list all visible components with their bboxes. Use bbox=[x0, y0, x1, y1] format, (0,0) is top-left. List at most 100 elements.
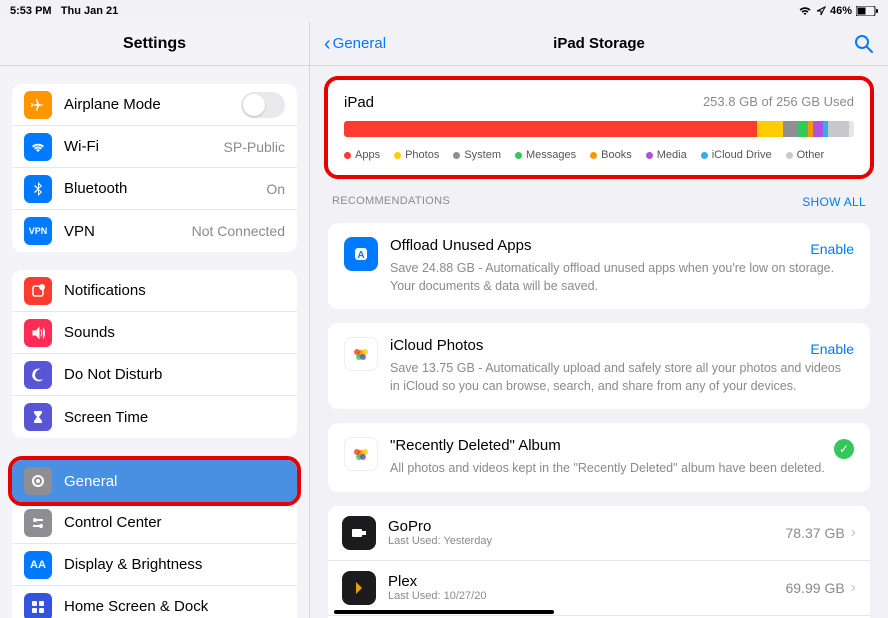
settings-title: Settings bbox=[0, 22, 309, 66]
bluetooth-icon bbox=[24, 175, 52, 203]
legend-item-apps: Apps bbox=[344, 149, 380, 161]
recommendation-recently-deleted[interactable]: "Recently Deleted" Album ✓ All photos an… bbox=[328, 423, 870, 492]
battery-icon bbox=[856, 6, 878, 16]
enable-button[interactable]: Enable bbox=[810, 341, 854, 357]
sidebar-item-general[interactable]: General bbox=[12, 460, 297, 502]
status-time: 5:53 PM bbox=[10, 5, 52, 17]
sidebar-item-screentime[interactable]: Screen Time bbox=[12, 396, 297, 438]
back-button[interactable]: ‹ General bbox=[324, 34, 386, 54]
app-last-used: Last Used: 10/27/20 bbox=[388, 590, 786, 602]
vpn-value: Not Connected bbox=[192, 223, 285, 239]
chevron-right-icon: › bbox=[851, 524, 856, 542]
sidebar-item-sounds[interactable]: Sounds bbox=[12, 312, 297, 354]
legend-label: Messages bbox=[526, 149, 576, 161]
legend-label: Media bbox=[657, 149, 687, 161]
legend-dot bbox=[590, 152, 597, 159]
app-last-used: Last Used: Yesterday bbox=[388, 535, 786, 547]
legend-label: System bbox=[464, 149, 501, 161]
legend-item-other: Other bbox=[786, 149, 825, 161]
wifi-icon bbox=[798, 6, 812, 16]
legend-label: iCloud Drive bbox=[712, 149, 772, 161]
app-row-gopro[interactable]: GoPro Last Used: Yesterday 78.37 GB › bbox=[328, 506, 870, 561]
bluetooth-label: Bluetooth bbox=[64, 180, 266, 197]
sidebar-item-notifications[interactable]: Notifications bbox=[12, 270, 297, 312]
control-center-label: Control Center bbox=[64, 514, 285, 531]
device-name: iPad bbox=[344, 94, 374, 111]
rec-title: iCloud Photos bbox=[390, 337, 483, 354]
status-bar: 5:53 PM Thu Jan 21 46% bbox=[0, 0, 888, 22]
detail-header: ‹ General iPad Storage bbox=[310, 22, 888, 66]
show-all-button[interactable]: SHOW ALL bbox=[802, 195, 866, 209]
notifications-icon bbox=[24, 277, 52, 305]
sidebar-group-system: Control Center AA Display & Brightness H… bbox=[12, 502, 297, 618]
sidebar-item-dnd[interactable]: Do Not Disturb bbox=[12, 354, 297, 396]
app-row-plex[interactable]: Plex Last Used: 10/27/20 69.99 GB › bbox=[328, 561, 870, 616]
storage-segment-system bbox=[783, 121, 798, 137]
sidebar-item-wifi[interactable]: Wi-Fi SP-Public bbox=[12, 126, 297, 168]
sidebar-item-bluetooth[interactable]: Bluetooth On bbox=[12, 168, 297, 210]
moon-icon bbox=[24, 361, 52, 389]
back-label: General bbox=[333, 35, 386, 52]
detail-pane: ‹ General iPad Storage iPad 253.8 GB of … bbox=[310, 22, 888, 618]
location-icon bbox=[816, 6, 826, 16]
sidebar-scroll[interactable]: Airplane Mode Wi-Fi SP-Public Bluetooth … bbox=[0, 66, 309, 618]
search-button[interactable] bbox=[854, 34, 874, 54]
check-icon: ✓ bbox=[834, 439, 854, 459]
display-label: Display & Brightness bbox=[64, 556, 285, 573]
legend-item-photos: Photos bbox=[394, 149, 439, 161]
photos-icon bbox=[344, 437, 378, 471]
sidebar-item-control-center[interactable]: Control Center bbox=[12, 502, 297, 544]
app-name: GoPro bbox=[388, 518, 786, 535]
sidebar-item-homescreen[interactable]: Home Screen & Dock bbox=[12, 586, 297, 618]
hourglass-icon bbox=[24, 403, 52, 431]
legend-dot bbox=[515, 152, 522, 159]
gear-icon bbox=[24, 467, 52, 495]
settings-sidebar: Settings Airplane Mode Wi-Fi SP-Public bbox=[0, 22, 310, 618]
rec-title: Offload Unused Apps bbox=[390, 237, 532, 254]
storage-legend: Apps Photos System Messages Books Media iCloud… bbox=[344, 149, 854, 161]
sounds-label: Sounds bbox=[64, 324, 285, 341]
legend-item-media: Media bbox=[646, 149, 687, 161]
sidebar-item-airplane[interactable]: Airplane Mode bbox=[12, 84, 297, 126]
legend-label: Other bbox=[797, 149, 825, 161]
display-icon: AA bbox=[24, 551, 52, 579]
sidebar-item-vpn[interactable]: VPN VPN Not Connected bbox=[12, 210, 297, 252]
legend-dot bbox=[646, 152, 653, 159]
general-label: General bbox=[64, 473, 285, 490]
vpn-icon: VPN bbox=[24, 217, 52, 245]
wifi-settings-icon bbox=[24, 133, 52, 161]
rec-header-label: RECOMMENDATIONS bbox=[332, 195, 450, 209]
switches-icon bbox=[24, 509, 52, 537]
enable-button[interactable]: Enable bbox=[810, 241, 854, 257]
gopro-icon bbox=[342, 516, 376, 550]
airplane-toggle[interactable] bbox=[241, 92, 285, 118]
battery-pct: 46% bbox=[830, 5, 852, 17]
chevron-left-icon: ‹ bbox=[324, 34, 331, 54]
app-size: 69.99 GB bbox=[786, 580, 845, 596]
recommendation-offload[interactable]: A Offload Unused Apps Enable Save 24.88 … bbox=[328, 223, 870, 309]
sounds-icon bbox=[24, 319, 52, 347]
legend-item-books: Books bbox=[590, 149, 632, 161]
storage-summary-card: iPad 253.8 GB of 256 GB Used Apps Photos S… bbox=[328, 80, 870, 175]
app-size: 78.37 GB bbox=[786, 525, 845, 541]
legend-dot bbox=[344, 152, 351, 159]
storage-segment-photos bbox=[757, 121, 783, 137]
grid-icon bbox=[24, 593, 52, 618]
legend-dot bbox=[453, 152, 460, 159]
rec-desc: Save 13.75 GB - Automatically upload and… bbox=[390, 360, 854, 395]
sidebar-group-alerts: Notifications Sounds Do Not Disturb bbox=[12, 270, 297, 438]
rec-desc: Save 24.88 GB - Automatically offload un… bbox=[390, 260, 854, 295]
legend-item-messages: Messages bbox=[515, 149, 576, 161]
sidebar-group-general-highlighted: General bbox=[12, 460, 297, 502]
sidebar-group-connectivity: Airplane Mode Wi-Fi SP-Public Bluetooth … bbox=[12, 84, 297, 252]
vpn-label: VPN bbox=[64, 223, 192, 240]
storage-segment-apps bbox=[344, 121, 757, 137]
sidebar-item-display[interactable]: AA Display & Brightness bbox=[12, 544, 297, 586]
app-offload-icon: A bbox=[344, 237, 378, 271]
recommendation-icloud-photos[interactable]: iCloud Photos Enable Save 13.75 GB - Aut… bbox=[328, 323, 870, 409]
plex-icon bbox=[342, 571, 376, 605]
recommendations-header: RECOMMENDATIONS SHOW ALL bbox=[332, 195, 866, 209]
home-indicator[interactable] bbox=[334, 610, 554, 614]
storage-used-text: 253.8 GB of 256 GB Used bbox=[703, 94, 854, 111]
svg-text:A: A bbox=[357, 250, 364, 261]
